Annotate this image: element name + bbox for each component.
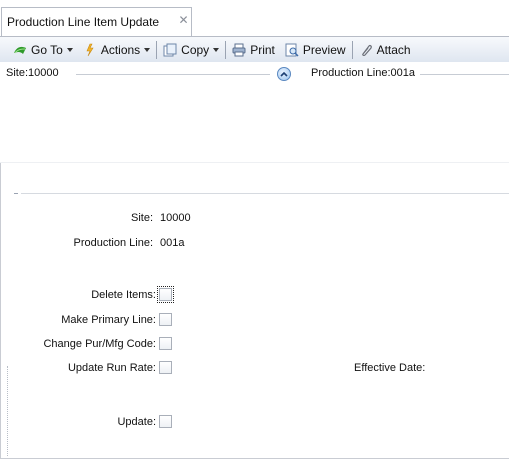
copy-dropdown-icon (213, 48, 220, 52)
site-label: Site: (130, 212, 153, 224)
copy-button[interactable]: Copy (160, 39, 222, 61)
summary-panel (0, 62, 509, 162)
delete-items-checkbox[interactable] (157, 286, 174, 303)
copy-icon (163, 43, 177, 57)
production-line-label: Production Line: (73, 237, 154, 249)
collapse-button[interactable] (277, 67, 291, 81)
preview-icon (285, 43, 299, 57)
preview-label: Preview (302, 42, 346, 57)
make-primary-line-checkbox[interactable] (159, 313, 172, 326)
update-run-rate-checkbox[interactable] (159, 361, 172, 374)
tab-production-line-item-update[interactable]: Production Line Item Update ✕ (1, 7, 192, 36)
make-primary-line-label: Make Primary Line: (61, 314, 156, 326)
production-line-value: 001a (160, 237, 185, 249)
summary-production-line: Production Line:001a (311, 67, 415, 79)
panel-divider (0, 162, 509, 163)
attach-icon (359, 43, 373, 57)
panel-divider (21, 193, 509, 194)
actions-label: Actions (100, 42, 141, 57)
attach-button[interactable]: Attach (356, 39, 414, 61)
actions-dropdown-icon (144, 48, 151, 52)
close-icon[interactable]: ✕ (178, 14, 189, 26)
print-label: Print (250, 42, 275, 57)
summary-divider (420, 74, 509, 75)
collapse-icon (280, 71, 288, 77)
print-icon (232, 43, 246, 57)
summary-site: Site:10000 (6, 67, 59, 79)
go-to-label: Go To (31, 42, 63, 57)
update-checkbox[interactable] (159, 415, 172, 428)
tab-strip: Production Line Item Update ✕ (0, 0, 509, 36)
go-to-icon (13, 43, 27, 57)
summary-divider (76, 74, 270, 75)
go-to-button[interactable]: Go To (10, 39, 76, 61)
splitter-handle[interactable] (14, 193, 18, 194)
toolbar-separator (225, 40, 227, 59)
update-label: Update: (117, 416, 156, 428)
actions-icon (83, 43, 97, 57)
update-run-rate-label: Update Run Rate: (67, 362, 156, 374)
toolbar: Go To Actions Copy Print Preview Attach (0, 36, 509, 62)
effective-date-label: Effective Date: (354, 362, 426, 374)
tab-title: Production Line Item Update (7, 15, 160, 29)
site-value: 10000 (160, 212, 191, 224)
go-to-dropdown-icon (66, 48, 73, 52)
toolbar-separator (156, 40, 158, 59)
change-pur-mfg-code-checkbox[interactable] (159, 337, 172, 350)
toolbar-separator (351, 40, 353, 59)
change-pur-mfg-code-label: Change Pur/Mfg Code: (43, 338, 156, 350)
actions-button[interactable]: Actions (80, 39, 153, 61)
preview-button[interactable]: Preview (282, 39, 349, 61)
print-button[interactable]: Print (229, 39, 278, 61)
panel-edge (7, 366, 8, 456)
delete-items-label: Delete Items: (91, 289, 156, 301)
copy-label: Copy (181, 42, 210, 57)
attach-label: Attach (376, 42, 411, 57)
